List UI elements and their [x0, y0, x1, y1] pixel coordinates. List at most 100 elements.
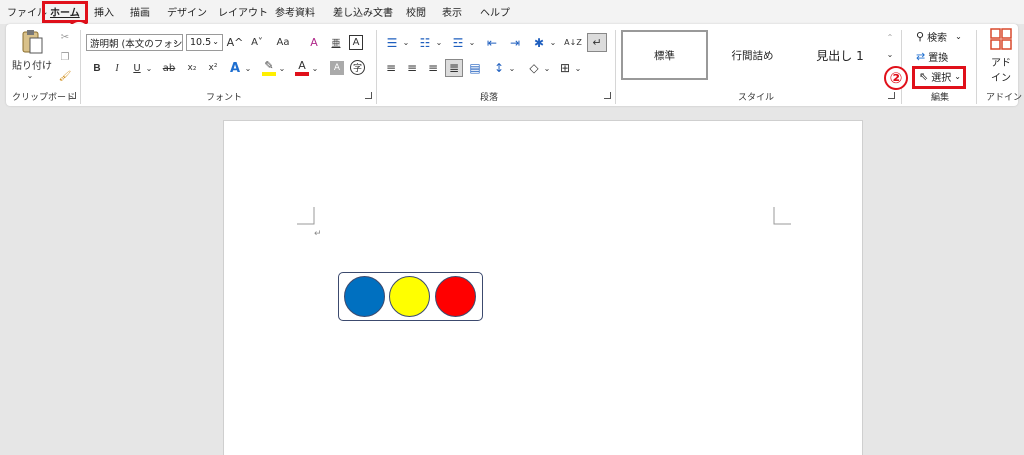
addins-label-line2: イン [991, 73, 1011, 84]
separator [976, 30, 977, 104]
borders-icon[interactable]: ⊞ [557, 60, 573, 76]
font-size-select[interactable]: 10.5 ⌄ [186, 34, 223, 51]
multilevel-list-icon[interactable]: ☲ [449, 34, 467, 51]
styles-scroll-up-icon[interactable]: ⌃ [885, 30, 895, 44]
numbering-dropdown-chevron-icon[interactable]: ⌄ [435, 34, 443, 51]
borders-dropdown-chevron-icon[interactable]: ⌄ [574, 60, 582, 76]
replace-icon: ⇄ [916, 49, 926, 63]
character-border-icon[interactable]: A [349, 35, 363, 50]
style-heading-1[interactable]: 見出し 1 [796, 30, 884, 80]
multilevel-dropdown-chevron-icon[interactable]: ⌄ [468, 34, 476, 51]
style-normal[interactable]: 標準 [621, 30, 708, 80]
addins-group-label: アドイン [986, 93, 1023, 103]
styles-scroll-down-icon[interactable]: ⌄ [885, 47, 895, 61]
asian-layout-icon[interactable]: ✱ [530, 34, 548, 51]
document-page[interactable]: ↵ [223, 120, 863, 455]
style-no-spacing-label: 行間詰め [731, 49, 774, 62]
addins-grid-icon [990, 28, 1012, 50]
marker-2: ② [884, 66, 908, 90]
align-left-icon[interactable]: ≡ [383, 60, 399, 76]
grow-font-icon[interactable]: A^ [227, 34, 244, 51]
separator [80, 30, 81, 104]
show-formatting-marks-icon[interactable]: ↵ [587, 33, 607, 52]
style-heading-1-label: 見出し 1 [816, 48, 864, 63]
strikethrough-button[interactable]: ab [161, 60, 177, 76]
clipboard-launcher-icon[interactable] [69, 92, 76, 99]
traffic-light-group[interactable] [338, 272, 483, 321]
font-color-dropdown-chevron-icon[interactable]: ⌄ [311, 60, 319, 76]
find-button[interactable]: ⚲ 検索 ⌄ [916, 28, 968, 44]
underline-button[interactable]: U [130, 60, 144, 76]
bullets-icon[interactable]: ☰ [383, 34, 401, 51]
bold-button[interactable]: B [90, 60, 104, 76]
shading-icon[interactable]: ◇ [526, 60, 542, 76]
search-icon: ⚲ [916, 29, 925, 43]
crop-mark-top-right [773, 207, 791, 225]
align-center-icon[interactable]: ≡ [404, 60, 420, 76]
sort-icon[interactable]: A↓Z [564, 34, 582, 51]
text-effect-icon[interactable]: A [227, 59, 243, 77]
phonetic-guide-icon[interactable]: 亜 [329, 34, 343, 51]
bullets-dropdown-chevron-icon[interactable]: ⌄ [402, 34, 410, 51]
shrink-font-icon[interactable]: A˅ [249, 34, 265, 51]
font-color-icon[interactable]: A [294, 57, 310, 77]
subscript-button[interactable]: x₂ [185, 60, 199, 76]
align-right-icon[interactable]: ≡ [425, 60, 441, 76]
paste-dropdown-chevron-icon[interactable]: ⌄ [25, 70, 35, 80]
highlight-dropdown-chevron-icon[interactable]: ⌄ [278, 60, 286, 76]
replace-label: 置換 [928, 52, 949, 64]
tab-view[interactable]: 表示 [442, 4, 462, 19]
tab-mailings[interactable]: 差し込み文書 [333, 4, 393, 19]
font-name-select[interactable]: 游明朝 (本文のフォン ⌄ [86, 34, 183, 51]
blue-circle-shape[interactable] [344, 276, 385, 317]
tab-review[interactable]: 校閲 [406, 4, 426, 19]
tab-design[interactable]: デザイン [167, 4, 207, 19]
asian-layout-dropdown-chevron-icon[interactable]: ⌄ [549, 34, 557, 51]
shading-dropdown-chevron-icon[interactable]: ⌄ [543, 60, 551, 76]
paragraph-group-label: 段落 [480, 93, 499, 103]
format-painter-icon[interactable]: 🖌 [58, 69, 72, 83]
paste-button[interactable]: 貼り付け [12, 58, 52, 72]
cut-icon[interactable]: ✂ [58, 30, 72, 44]
red-circle-shape[interactable] [435, 276, 476, 317]
italic-button[interactable]: I [110, 60, 124, 76]
copy-icon[interactable]: ❐ [58, 50, 72, 64]
font-size-value: 10.5 [190, 37, 212, 48]
tab-file[interactable]: ファイル [7, 4, 47, 19]
paste-icon[interactable] [17, 28, 47, 56]
line-spacing-icon[interactable]: ↕ [491, 60, 507, 76]
tab-help[interactable]: ヘルプ [480, 4, 510, 19]
numbering-icon[interactable]: ☷ [416, 34, 434, 51]
menu-bar: ファイル ホーム 挿入 描画 デザイン レイアウト 参考資料 差し込み文書 校閲… [0, 0, 1024, 24]
clear-formatting-icon[interactable]: A [306, 34, 322, 51]
yellow-circle-shape[interactable] [389, 276, 430, 317]
tab-insert[interactable]: 挿入 [94, 4, 114, 19]
underline-dropdown-chevron-icon[interactable]: ⌄ [145, 60, 153, 76]
styles-group-label: スタイル [738, 93, 775, 103]
tab-draw[interactable]: 描画 [130, 4, 150, 19]
tab-layout[interactable]: レイアウト [218, 4, 268, 19]
replace-button[interactable]: ⇄ 置換 [916, 48, 961, 64]
text-effect-dropdown-chevron-icon[interactable]: ⌄ [244, 60, 252, 76]
decrease-indent-icon[interactable]: ⇤ [483, 34, 501, 51]
separator [615, 30, 616, 104]
superscript-button[interactable]: x² [206, 60, 220, 76]
editing-group-label: 編集 [931, 93, 950, 103]
justify-icon[interactable]: ≣ [445, 59, 463, 77]
change-case-icon[interactable]: Aa [272, 34, 294, 51]
highlight-select-button [912, 66, 966, 89]
separator [376, 30, 377, 104]
highlight-color-icon[interactable]: ✎ [261, 57, 277, 77]
increase-indent-icon[interactable]: ⇥ [506, 34, 524, 51]
paragraph-launcher-icon[interactable] [604, 92, 611, 99]
distributed-icon[interactable]: ▤ [467, 60, 483, 76]
font-group-label: フォント [206, 93, 243, 103]
enclose-characters-icon[interactable]: 字 [350, 60, 365, 75]
addins-button[interactable]: アド イン [987, 28, 1015, 84]
font-launcher-icon[interactable] [365, 92, 372, 99]
character-shading-icon[interactable]: A [330, 61, 344, 75]
line-spacing-dropdown-chevron-icon[interactable]: ⌄ [508, 60, 516, 76]
tab-references[interactable]: 参考資料 [275, 4, 315, 19]
styles-launcher-icon[interactable] [888, 92, 895, 99]
style-no-spacing[interactable]: 行間詰め [710, 30, 795, 80]
